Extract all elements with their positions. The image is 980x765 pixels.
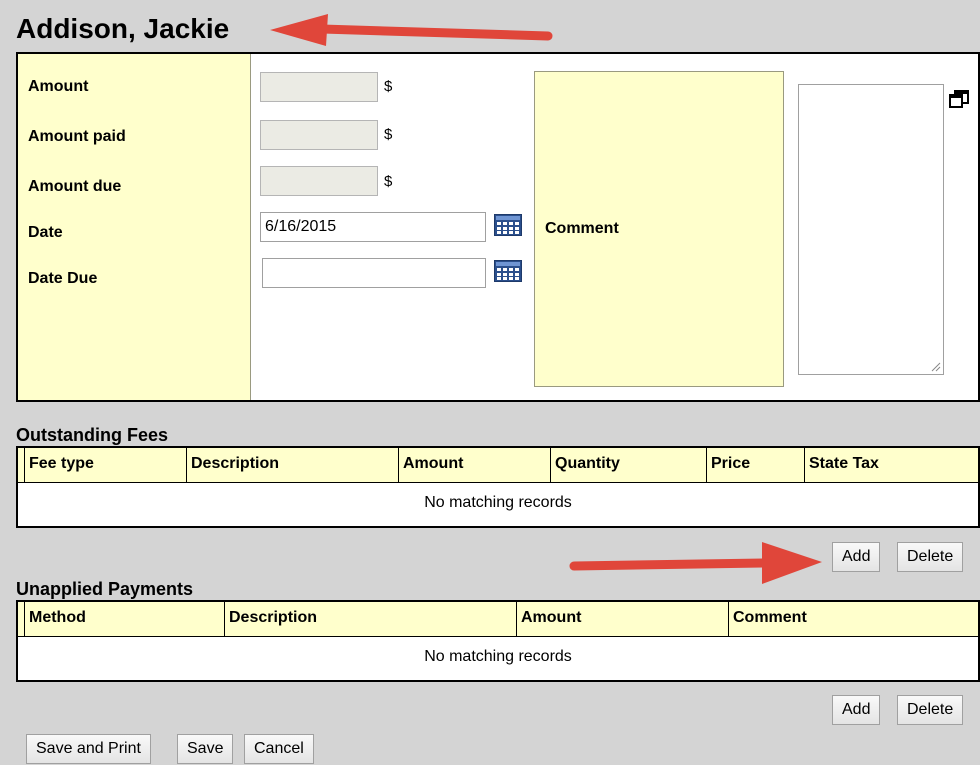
save-and-print-button[interactable]: Save and Print [26,734,151,764]
fees-add-button[interactable]: Add [832,542,881,572]
column-state-tax[interactable]: State Tax [804,448,980,482]
fee-form: Amount Amount paid Amount due Date Date … [16,52,980,402]
amount-due-currency: $ [384,173,393,190]
amount-paid-currency: $ [384,126,393,143]
column-description[interactable]: Description [224,602,516,636]
amount-paid-label: Amount paid [28,128,126,145]
payments-delete-button[interactable]: Delete [897,695,964,725]
outstanding-fees-table: Fee type Description Amount Quantity Pri… [16,446,980,528]
annotation-arrow-add [569,542,822,584]
page-title: Addison, Jackie [16,13,230,44]
empty-message: No matching records [424,648,572,665]
date-due-label: Date Due [28,270,98,287]
table-header: Method Description Amount Comment [18,602,978,637]
column-fee-type[interactable]: Fee type [24,448,186,482]
date-label: Date [28,224,63,241]
column-price[interactable]: Price [706,448,804,482]
column-method[interactable]: Method [24,602,224,636]
amount-currency: $ [384,78,393,95]
cancel-button[interactable]: Cancel [244,734,314,764]
amount-field[interactable] [260,72,378,102]
empty-message: No matching records [424,494,572,511]
column-comment[interactable]: Comment [728,602,980,636]
calendar-icon[interactable] [494,214,522,236]
save-button[interactable]: Save [177,734,234,764]
comment-label-cell: Comment [534,71,784,387]
amount-due-field[interactable] [260,166,378,196]
comment-textarea[interactable] [798,84,944,375]
date-due-field[interactable] [262,258,486,288]
column-amount[interactable]: Amount [398,448,550,482]
table-header: Fee type Description Amount Quantity Pri… [18,448,978,483]
resize-grip-icon[interactable] [931,362,941,372]
payments-add-button[interactable]: Add [832,695,881,725]
outstanding-fees-title: Outstanding Fees [16,425,169,445]
column-description[interactable]: Description [186,448,398,482]
amount-paid-field[interactable] [260,120,378,150]
date-field[interactable] [260,212,486,242]
calendar-icon[interactable] [494,260,522,282]
column-quantity[interactable]: Quantity [550,448,706,482]
restore-window-icon[interactable] [948,88,970,110]
amount-due-label: Amount due [28,178,122,195]
amount-label: Amount [28,78,89,95]
unapplied-payments-table: Method Description Amount Comment No mat… [16,600,980,682]
comment-label: Comment [545,220,619,237]
unapplied-payments-title: Unapplied Payments [16,579,194,599]
fees-delete-button[interactable]: Delete [897,542,964,572]
annotation-arrow-title [270,14,553,46]
column-amount[interactable]: Amount [516,602,728,636]
